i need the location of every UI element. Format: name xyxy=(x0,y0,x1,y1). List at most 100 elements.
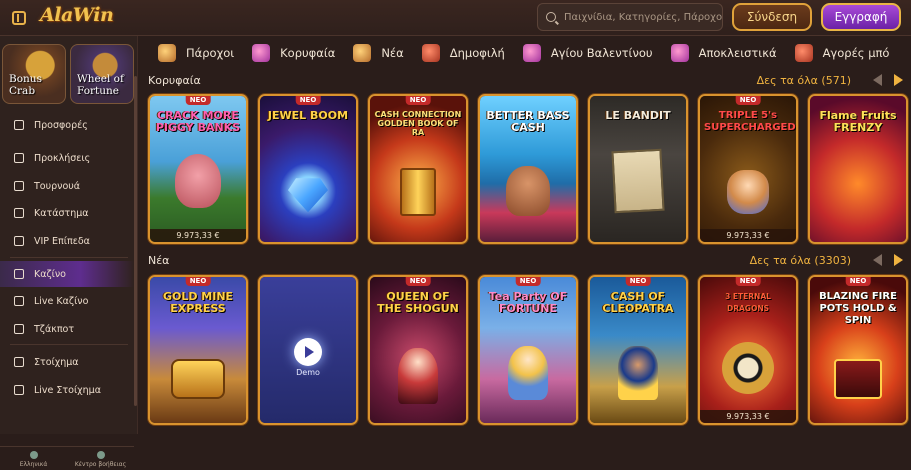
sidebar-item-label: Καζίνο xyxy=(34,268,66,280)
gift-icon xyxy=(14,120,24,130)
new-badge: ΝΕΟ xyxy=(405,96,431,105)
game-card[interactable]: ΝΕΟ JEWEL BOOM xyxy=(258,94,358,244)
divider xyxy=(10,344,128,345)
sidebar-item-tournaments[interactable]: Τουρνουά xyxy=(0,173,134,199)
sidebar-item-label: VIP Επίπεδα xyxy=(34,235,90,247)
game-card[interactable]: ΝΕΟ CRACK MORE PIGGY BANKS 9.973,33 € xyxy=(148,94,248,244)
cards-icon xyxy=(14,296,24,306)
new-badge: ΝΕΟ xyxy=(735,277,761,286)
search-icon xyxy=(546,12,556,22)
search-box[interactable] xyxy=(537,3,723,31)
section-header-top: Κορυφαία Δες τα όλα (571) xyxy=(148,71,903,89)
game-card[interactable]: LE BANDIT xyxy=(588,94,688,244)
search-input[interactable] xyxy=(564,11,722,23)
game-title: JEWEL BOOM xyxy=(267,109,349,122)
sidebar: Bonus Crab Wheel of Fortune Προσφορές Πρ… xyxy=(0,36,138,468)
category-label: Δημοφιλή xyxy=(449,46,505,60)
sidebar-item-label: Στοίχημα xyxy=(34,356,79,368)
see-all-link[interactable]: Δες τα όλα (3303) xyxy=(750,254,851,267)
game-title: BLAZING FIRE POTS HOLD & SPIN xyxy=(819,291,897,326)
category-new[interactable]: Νέα xyxy=(353,44,404,62)
ticket-icon xyxy=(14,357,24,367)
sidebar-item-label: Live Καζίνο xyxy=(34,295,89,307)
game-card[interactable]: ΝΕΟ CASH OF CLEOPATRA xyxy=(588,275,688,425)
sidebar-item-casino[interactable]: Καζίνο xyxy=(0,261,134,287)
sidebar-item-jackpot[interactable]: Τζάκποτ xyxy=(0,316,134,342)
promo-bonus-crab[interactable]: Bonus Crab xyxy=(2,44,66,104)
demo-label: Demo xyxy=(296,367,320,377)
category-label: Αγίου Βαλεντίνου xyxy=(550,46,653,60)
help-center-button[interactable]: Κέντρο βοήθειας xyxy=(67,446,134,470)
store-icon xyxy=(14,208,24,218)
game-card[interactable]: ΝΕΟ QUEEN OF THE SHOGUN xyxy=(368,275,468,425)
category-label: Αγορές μπό xyxy=(822,46,890,60)
new-badge: ΝΕΟ xyxy=(625,277,651,286)
sidebar-item-betting[interactable]: Στοίχημα xyxy=(0,349,134,375)
game-title: TRIPLE 5's SUPERCHARGED xyxy=(704,110,796,133)
sidebar-item-label: Τζάκποτ xyxy=(34,323,75,335)
game-card[interactable]: ΝΕΟ Tea Party OF FORTUNE xyxy=(478,275,578,425)
register-button[interactable]: Εγγραφή xyxy=(821,3,901,31)
sidebar-item-store[interactable]: Κατάστημα xyxy=(0,200,134,226)
site-logo[interactable]: AlaWin xyxy=(40,4,114,26)
game-card[interactable]: BETTER BASS CASH xyxy=(478,94,578,244)
sidebar-item-live-casino[interactable]: Live Καζίνο xyxy=(0,288,134,314)
new-badge: ΝΕΟ xyxy=(845,277,871,286)
game-row-new: ΝΕΟ GOLD MINE EXPRESS Demo ΝΕΟ QUEEN OF … xyxy=(148,275,911,425)
sidebar-item-label: Κατάστημα xyxy=(34,207,89,219)
game-card[interactable]: ΝΕΟ CASH CONNECTION GOLDEN BOOK OF RA xyxy=(368,94,468,244)
category-top[interactable]: Κορυφαία xyxy=(252,44,335,62)
section-title: Νέα xyxy=(148,253,170,267)
sidebar-toggle-icon[interactable] xyxy=(12,11,26,25)
game-row-top: ΝΕΟ CRACK MORE PIGGY BANKS 9.973,33 € ΝΕ… xyxy=(148,94,911,244)
next-arrow-icon[interactable] xyxy=(894,74,903,86)
next-arrow-icon[interactable] xyxy=(894,254,903,266)
category-label: Κορυφαία xyxy=(280,46,336,60)
category-label: Νέα xyxy=(381,46,404,60)
slot-icon xyxy=(14,269,24,279)
category-exclusive[interactable]: Αποκλειστικά xyxy=(670,44,777,62)
sidebar-scrollbar[interactable] xyxy=(134,76,137,406)
game-title: Flame Fruits FRENZY xyxy=(819,109,897,134)
game-card[interactable]: Demo xyxy=(258,275,358,425)
sidebar-item-challenges[interactable]: Προκλήσεις xyxy=(0,145,134,171)
jackpot-amount: 9.973,33 € xyxy=(700,229,796,242)
category-bar: Πάροχοι Κορυφαία Νέα Δημοφιλή Αγίου Βαλε… xyxy=(140,38,911,68)
prev-arrow-icon[interactable] xyxy=(873,74,882,86)
category-valentines[interactable]: Αγίου Βαλεντίνου xyxy=(522,44,653,62)
game-title: CRACK MORE PIGGY BANKS xyxy=(155,109,241,134)
sidebar-item-offers[interactable]: Προσφορές xyxy=(0,112,134,138)
login-button[interactable]: Σύνδεση xyxy=(732,3,812,31)
game-title: Tea Party OF FORTUNE xyxy=(488,290,568,315)
promo-label: Wheel of Fortune xyxy=(77,73,124,97)
game-title: BETTER BASS CASH xyxy=(486,109,570,134)
sidebar-item-vip[interactable]: VIP Επίπεδα xyxy=(0,228,134,254)
jackpot-amount: 9.973,33 € xyxy=(150,229,246,242)
category-bonus-buy[interactable]: Αγορές μπό xyxy=(794,44,890,62)
sidebar-item-label: Προσφορές xyxy=(34,119,88,131)
clover-icon xyxy=(14,324,24,334)
divider xyxy=(10,257,128,258)
language-button[interactable]: Ελληνικά xyxy=(0,446,67,470)
game-card[interactable]: Flame Fruits FRENZY xyxy=(808,94,908,244)
game-card[interactable]: ΝΕΟ TRIPLE 5's SUPERCHARGED 9.973,33 € xyxy=(698,94,798,244)
new-badge: ΝΕΟ xyxy=(405,277,431,286)
live-icon xyxy=(14,385,24,395)
prev-arrow-icon[interactable] xyxy=(873,254,882,266)
see-all-link[interactable]: Δες τα όλα (571) xyxy=(757,74,851,87)
top-bar: AlaWin Σύνδεση Εγγραφή xyxy=(0,0,911,36)
game-title: QUEEN OF THE SHOGUN xyxy=(377,290,459,315)
new-badge: ΝΕΟ xyxy=(185,96,211,105)
sidebar-item-live-betting[interactable]: Live Στοίχημα xyxy=(0,377,134,403)
game-card[interactable]: ΝΕΟ BLAZING FIRE POTS HOLD & SPIN xyxy=(808,275,908,425)
trophy-icon xyxy=(14,181,24,191)
game-card[interactable]: ΝΕΟ GOLD MINE EXPRESS xyxy=(148,275,248,425)
category-popular[interactable]: Δημοφιλή xyxy=(421,44,505,62)
game-card[interactable]: ΝΕΟ 3 ETERNAL DRAGONS 9.973,33 € xyxy=(698,275,798,425)
scroll-icon xyxy=(158,44,176,62)
medal-icon xyxy=(14,153,24,163)
diamond-icon xyxy=(14,236,24,246)
promo-wheel-of-fortune[interactable]: Wheel of Fortune xyxy=(70,44,134,104)
category-providers[interactable]: Πάροχοι xyxy=(158,44,234,62)
sidebar-item-label: Προκλήσεις xyxy=(34,152,91,164)
